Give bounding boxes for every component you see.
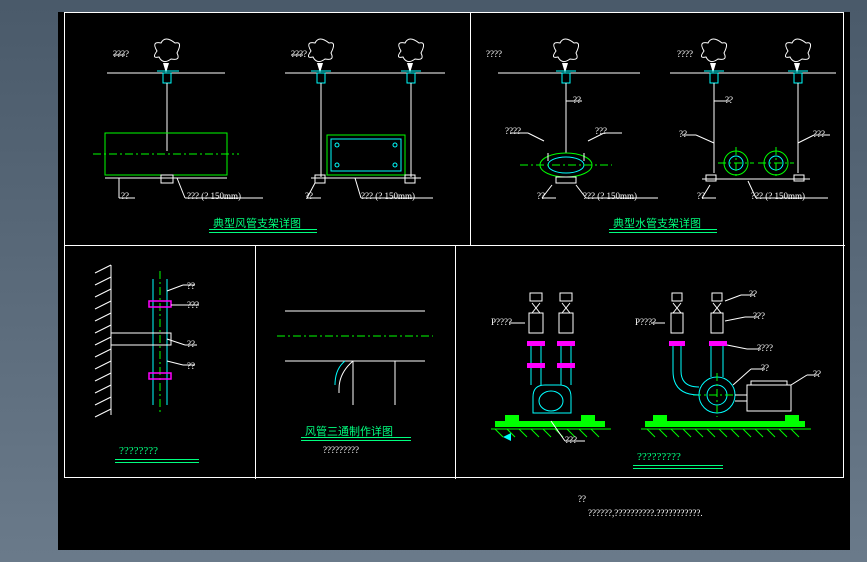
ceiling-label: ???? <box>677 49 693 59</box>
title-underline <box>209 229 317 230</box>
tag-label: ?? <box>697 191 705 201</box>
tag-label: ?? <box>305 191 313 201</box>
p-label: P???? <box>491 317 512 327</box>
rod-label: ?? <box>725 95 733 105</box>
tag-label: ??? <box>813 129 825 139</box>
tee-duct-drawing <box>255 245 455 479</box>
footer-note: ??????,??????????.???????????. <box>588 508 703 518</box>
spec-label: ??? (? 150mm) <box>187 191 241 201</box>
tag-label: ?? <box>121 191 129 201</box>
wall-bracket-drawing <box>65 245 255 479</box>
panel-title: ???????? <box>119 445 158 457</box>
tag-label: ?? <box>761 363 769 373</box>
pump-installation-drawing <box>455 245 845 479</box>
tag-label: ??? <box>595 126 607 136</box>
ceiling-label: ???? <box>113 49 129 59</box>
tag-label: ??? <box>187 300 199 310</box>
title-underline <box>609 232 717 233</box>
ceiling-label: ???? <box>291 49 307 59</box>
title-underline <box>209 232 317 233</box>
tag-label: ?? <box>187 281 195 291</box>
duct-hanger-drawing <box>65 13 470 245</box>
subtitle: ????????? <box>323 445 359 455</box>
rod-label: ?? <box>573 95 581 105</box>
tag-label: ??? <box>565 435 577 445</box>
tag-label: ?? <box>187 361 195 371</box>
tag-label: ???? <box>505 126 521 136</box>
title-underline <box>633 465 723 466</box>
panel-title: ????????? <box>637 451 681 463</box>
title-underline <box>633 468 723 469</box>
tag-label: ?? <box>679 129 687 139</box>
spec-label: ??? (? 150mm) <box>583 191 637 201</box>
drawing-frame: ???? ???? ?? ??? (? 150mm) ?? ??? (? 150… <box>64 12 844 478</box>
cad-viewport[interactable]: ???? ???? ?? ??? (? 150mm) ?? ??? (? 150… <box>58 12 850 550</box>
pipe-hanger-drawing <box>470 13 845 245</box>
spec-label: ??? (? 150mm) <box>361 191 415 201</box>
title-underline <box>115 462 199 463</box>
tag-label: ???? <box>757 343 773 353</box>
tag-label: ?? <box>813 369 821 379</box>
tag-label: ?? <box>537 191 545 201</box>
title-underline <box>609 229 717 230</box>
tag-label: ??? <box>753 311 765 321</box>
title-underline <box>115 459 199 460</box>
ceiling-label: ???? <box>486 49 502 59</box>
tag-label: ?? <box>749 289 757 299</box>
title-underline <box>301 440 411 441</box>
tag-label: ?? <box>187 339 195 349</box>
title-underline <box>301 437 411 438</box>
footer-label: ?? <box>578 494 586 504</box>
p-label: P???? <box>635 317 656 327</box>
spec-label: ??? (? 150mm) <box>751 191 805 201</box>
